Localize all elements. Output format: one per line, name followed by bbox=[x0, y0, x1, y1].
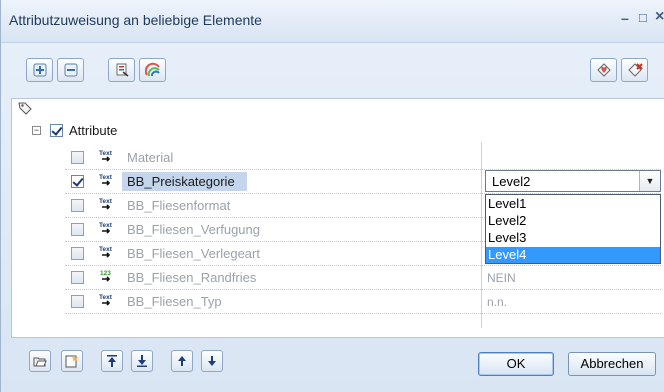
add-icon bbox=[33, 63, 46, 77]
save-favorite-button[interactable] bbox=[61, 350, 83, 372]
minimize-button[interactable]: – bbox=[621, 10, 629, 26]
text-attribute-icon: Text bbox=[99, 246, 113, 258]
svg-text:Text: Text bbox=[99, 294, 113, 301]
attribute-delete-icon bbox=[627, 63, 643, 77]
row-separator bbox=[65, 313, 661, 314]
root-checkbox[interactable] bbox=[50, 124, 63, 137]
svg-text:Text: Text bbox=[99, 246, 113, 253]
text-attribute-icon: Text bbox=[99, 294, 113, 306]
attribute-value[interactable]: NEIN bbox=[487, 271, 516, 285]
svg-text:123: 123 bbox=[100, 270, 111, 277]
attribute-checkbox[interactable] bbox=[71, 223, 84, 236]
dropdown-option[interactable]: Level3 bbox=[486, 230, 660, 246]
ok-button[interactable]: OK bbox=[478, 352, 554, 376]
text-attribute-icon: Text bbox=[99, 198, 113, 210]
add-button[interactable] bbox=[26, 58, 53, 82]
dropdown-option[interactable]: Level2 bbox=[486, 213, 660, 229]
attribute-checkbox[interactable] bbox=[71, 295, 84, 308]
open-button[interactable] bbox=[29, 350, 51, 372]
text-attribute-icon: Text bbox=[99, 150, 113, 162]
remove-button[interactable] bbox=[57, 58, 84, 82]
text-attribute-icon: Text bbox=[99, 222, 113, 234]
row-separator bbox=[65, 289, 661, 290]
dialog-title: Attributzuweisung an beliebige Elemente bbox=[9, 12, 262, 28]
attribute-checkbox[interactable] bbox=[71, 247, 84, 260]
svg-text:Text: Text bbox=[99, 198, 113, 205]
move-top-icon bbox=[107, 355, 117, 367]
move-top-button[interactable] bbox=[101, 350, 123, 372]
attribute-checkbox[interactable] bbox=[71, 271, 84, 284]
attribute-name: Material bbox=[127, 150, 174, 165]
row-separator bbox=[65, 265, 661, 266]
dialog-window: Attributzuweisung an beliebige Elemente … bbox=[0, 0, 664, 392]
remove-icon bbox=[64, 63, 77, 77]
numbering-button[interactable] bbox=[108, 58, 135, 82]
attribute-checkbox[interactable] bbox=[71, 199, 84, 212]
attribute-name: BB_Fliesen_Verfugung bbox=[127, 222, 260, 237]
move-up-button[interactable] bbox=[171, 350, 193, 372]
cancel-button[interactable]: Abbrechen bbox=[568, 352, 656, 376]
attribute-name: BB_Fliesen_Verlegeart bbox=[127, 246, 260, 261]
save-favorite-icon bbox=[65, 355, 79, 368]
value-combobox[interactable]: Level2 ▼ bbox=[485, 170, 661, 192]
open-folder-icon bbox=[33, 357, 47, 367]
move-bottom-button[interactable] bbox=[131, 350, 153, 372]
svg-text:Text: Text bbox=[99, 150, 113, 157]
palette-icon bbox=[144, 62, 160, 77]
maximize-button[interactable]: □ bbox=[639, 10, 647, 25]
svg-text:Text: Text bbox=[99, 222, 113, 229]
attribute-checkbox[interactable] bbox=[71, 175, 84, 188]
move-bottom-icon bbox=[137, 355, 147, 367]
move-up-icon bbox=[178, 356, 186, 366]
attribute-name: BB_Fliesen_Randfries bbox=[127, 270, 257, 285]
tag-icon bbox=[18, 102, 32, 115]
dropdown-option-highlighted[interactable]: Level4 bbox=[486, 247, 660, 263]
attribute-name: BB_Fliesenformat bbox=[127, 198, 231, 213]
dropdown-option[interactable]: Level1 bbox=[486, 196, 660, 212]
combobox-value: Level2 bbox=[492, 174, 531, 189]
attribute-name: BB_Preiskategorie bbox=[127, 174, 235, 189]
text-attribute-icon: Text bbox=[99, 174, 113, 186]
attribute-checkbox[interactable] bbox=[71, 151, 84, 164]
collapse-expander[interactable]: − bbox=[32, 126, 41, 135]
chevron-down-icon[interactable]: ▼ bbox=[639, 171, 660, 191]
title-bar: Attributzuweisung an beliebige Elemente … bbox=[1, 0, 664, 43]
palette-button[interactable] bbox=[139, 58, 166, 82]
attribute-delete-button[interactable] bbox=[621, 58, 648, 82]
close-button[interactable]: × bbox=[655, 8, 664, 26]
attribute-favorite-icon bbox=[596, 63, 611, 77]
numbering-icon bbox=[116, 63, 128, 77]
combobox-dropdown: Level1 Level2 Level3 Level4 bbox=[485, 194, 661, 264]
move-down-icon bbox=[208, 356, 216, 366]
attribute-value[interactable]: n.n. bbox=[487, 295, 507, 309]
svg-text:Text: Text bbox=[99, 174, 113, 181]
move-down-button[interactable] bbox=[201, 350, 223, 372]
toolbar bbox=[1, 50, 664, 90]
attribute-name: BB_Fliesen_Typ bbox=[127, 294, 222, 309]
tree-root-label: Attribute bbox=[69, 123, 118, 138]
number-attribute-icon: 123 bbox=[100, 270, 111, 282]
attribute-favorite-button[interactable] bbox=[590, 58, 617, 82]
